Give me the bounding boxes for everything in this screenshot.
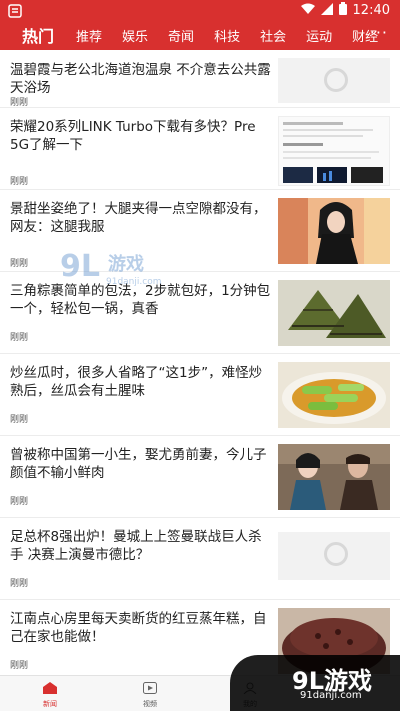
news-source: 刚刚 <box>10 177 29 187</box>
tab-sports[interactable]: 运动 <box>306 26 332 45</box>
svg-text:9L: 9L <box>60 249 100 284</box>
news-item[interactable]: 温碧霞与老公北海道泡温泉 不介意去公共露天浴场 刚刚 <box>0 50 400 108</box>
wifi-icon <box>300 3 315 19</box>
category-tab-bar: 热门 推荐 娱乐 奇闻 科技 社会 运动 财经 ··· <box>0 20 400 50</box>
news-thumbnail-placeholder <box>278 532 390 580</box>
news-title: 荣耀20系列LINK Turbo下载有多快？Pre 5G了解一下 <box>10 119 256 153</box>
watermark-logo: 9L 游戏 91danji.com <box>60 248 220 288</box>
news-source: 刚刚 <box>10 661 29 671</box>
video-icon <box>143 679 157 698</box>
news-title: 景甜坐姿绝了！大腿夹得一点空隙都没有，网友：这腿我服 <box>10 201 267 235</box>
watermark-site-text: 91danji.com <box>300 690 362 701</box>
news-thumbnail-drama <box>278 444 390 510</box>
news-title: 炒丝瓜时，很多人省略了“这1步”，难怪炒熟后，丝瓜会有土腥味 <box>10 365 263 399</box>
news-thumbnail-screenshot <box>278 116 390 186</box>
nav-news-label: 新闻 <box>43 700 57 708</box>
status-time: 12:40 <box>352 3 390 18</box>
news-thumbnail-luffa <box>278 362 390 428</box>
svg-text:游戏: 游戏 <box>108 253 144 275</box>
news-title: 曾被称中国第一小生，娶尤勇前妻，今儿子颜值不输小鲜肉 <box>10 447 267 481</box>
status-bar: 12:40 <box>0 0 400 20</box>
tab-society[interactable]: 社会 <box>260 26 286 45</box>
tab-recommend[interactable]: 推荐 <box>76 26 102 45</box>
news-item[interactable]: 足总杯8强出炉！曼城上上签曼联战巨人杀手 决赛上演曼市德比？ 刚刚 <box>0 518 400 600</box>
nav-video[interactable]: 视频 <box>100 676 200 711</box>
tab-entertainment[interactable]: 娱乐 <box>122 26 148 45</box>
news-source: 刚刚 <box>10 579 29 589</box>
news-thumbnail-actress <box>278 198 390 264</box>
news-item[interactable]: 曾被称中国第一小生，娶尤勇前妻，今儿子颜值不输小鲜肉 刚刚 <box>0 436 400 518</box>
news-source: 刚刚 <box>10 415 29 425</box>
news-source: 刚刚 <box>10 259 29 269</box>
tab-strange-news[interactable]: 奇闻 <box>168 26 194 45</box>
battery-icon <box>338 2 347 19</box>
news-thumbnail-placeholder <box>278 58 390 103</box>
svg-text:91danji.com: 91danji.com <box>106 277 161 287</box>
more-tabs-button[interactable]: ··· <box>370 23 388 42</box>
news-item[interactable]: 荣耀20系列LINK Turbo下载有多快？Pre 5G了解一下 刚刚 <box>0 108 400 190</box>
signal-icon <box>320 2 333 19</box>
news-thumbnail-zongzi <box>278 280 390 346</box>
nav-news[interactable]: 新闻 <box>0 676 100 711</box>
watermark-corner: 9L游戏 91danji.com <box>230 655 400 711</box>
news-item[interactable]: 炒丝瓜时，很多人省略了“这1步”，难怪炒熟后，丝瓜会有土腥味 刚刚 <box>0 354 400 436</box>
news-title: 温碧霞与老公北海道泡温泉 不介意去公共露天浴场 <box>10 62 271 96</box>
news-source: 刚刚 <box>10 98 29 108</box>
nav-video-label: 视频 <box>143 700 157 708</box>
news-source: 刚刚 <box>10 497 29 507</box>
news-feed: 温碧霞与老公北海道泡温泉 不介意去公共露天浴场 刚刚 荣耀20系列LINK Tu… <box>0 50 400 675</box>
news-source: 刚刚 <box>10 333 29 343</box>
news-title: 江南点心房里每天卖断货的红豆蒸年糕，自己在家也能做！ <box>10 611 267 645</box>
news-title: 足总杯8强出炉！曼城上上签曼联战巨人杀手 决赛上演曼市德比？ <box>10 529 262 563</box>
tab-hot[interactable]: 热门 <box>22 23 54 47</box>
home-icon <box>43 679 57 698</box>
tab-tech[interactable]: 科技 <box>214 26 240 45</box>
